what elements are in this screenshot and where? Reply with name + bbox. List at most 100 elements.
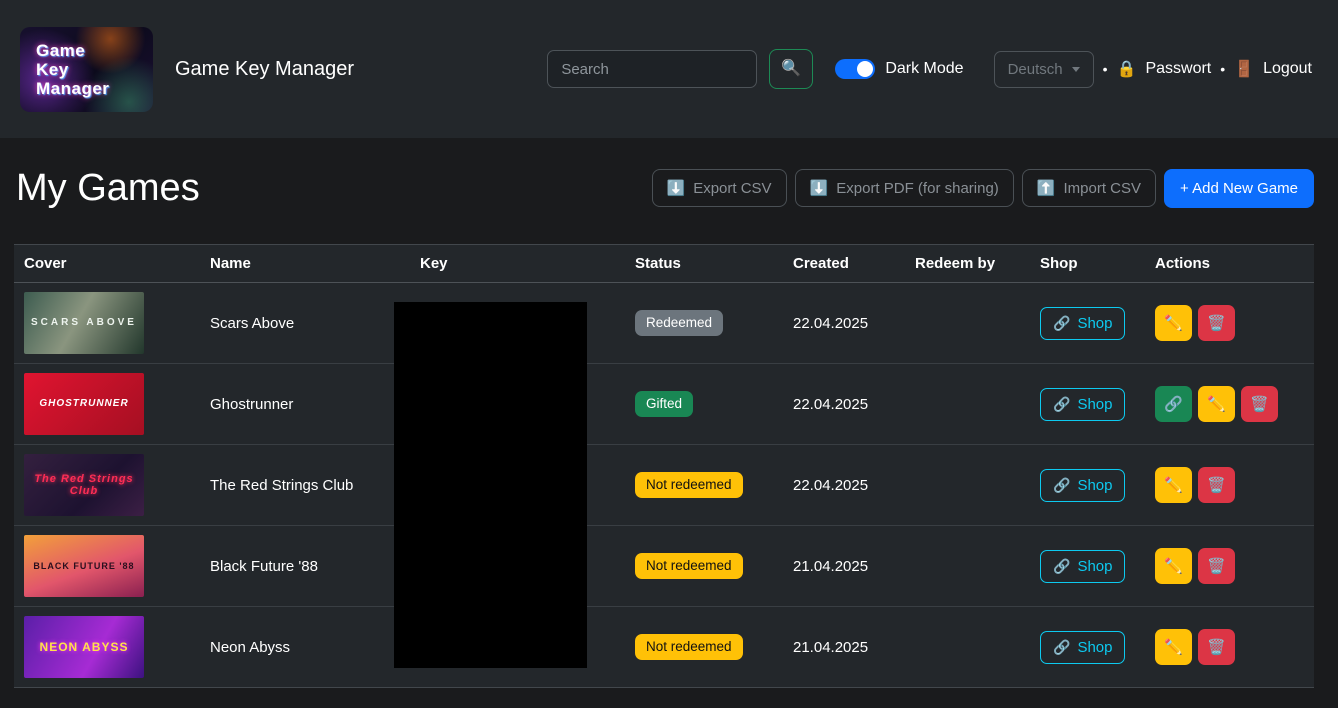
edit-icon: ✏️ xyxy=(1164,476,1183,494)
link-button[interactable]: 🔗 xyxy=(1155,386,1192,422)
logo-line: Manager xyxy=(36,79,153,98)
shop-link-button[interactable]: 🔗 Shop xyxy=(1040,388,1125,421)
shop-button-label: Shop xyxy=(1077,558,1112,575)
export-csv-label: Export CSV xyxy=(693,180,771,197)
import-csv-label: Import CSV xyxy=(1063,180,1141,197)
export-csv-button[interactable]: ⬇️ Export CSV xyxy=(652,169,787,207)
game-name: The Red Strings Club xyxy=(200,445,410,526)
link-icon: 🔗 xyxy=(1164,395,1183,413)
dark-mode-toggle-group: Dark Mode xyxy=(835,59,963,79)
import-csv-button[interactable]: ⬆️ Import CSV xyxy=(1022,169,1156,207)
delete-icon: 🗑️ xyxy=(1250,395,1269,413)
door-icon: 🚪 xyxy=(1234,59,1254,79)
language-selected-label: Deutsch xyxy=(1008,61,1063,78)
dark-mode-switch[interactable] xyxy=(835,59,875,79)
redeem-by-date xyxy=(905,283,1030,364)
status-badge: Not redeemed xyxy=(635,553,743,579)
navbar: Game Key Manager Game Key Manager 🔍 Dark… xyxy=(0,0,1338,138)
delete-icon: 🗑️ xyxy=(1207,314,1226,332)
export-pdf-label: Export PDF (for sharing) xyxy=(836,180,999,197)
shop-link-button[interactable]: 🔗 Shop xyxy=(1040,631,1125,664)
table-header-row: Cover Name Key Status Created Redeem by … xyxy=(14,245,1314,283)
toolbar: ⬇️ Export CSV ⬇️ Export PDF (for sharing… xyxy=(652,169,1315,208)
game-cover-image: BLACK FUTURE '88 xyxy=(24,535,144,597)
row-actions: ✏️ 🗑️ xyxy=(1145,445,1314,526)
redeem-by-date xyxy=(905,364,1030,445)
language-dropdown[interactable]: Deutsch xyxy=(994,51,1094,88)
status-badge: Gifted xyxy=(635,391,693,417)
link-icon: 🔗 xyxy=(1053,639,1070,656)
page-header: My Games ⬇️ Export CSV ⬇️ Export PDF (fo… xyxy=(0,138,1338,210)
delete-icon: 🗑️ xyxy=(1207,638,1226,656)
delete-button[interactable]: 🗑️ xyxy=(1198,467,1235,503)
redeem-by-date xyxy=(905,607,1030,688)
game-cover-text: The Red Strings Club xyxy=(27,473,141,497)
password-link-label: Passwort xyxy=(1145,60,1211,78)
link-icon: 🔗 xyxy=(1053,396,1070,413)
col-header-status: Status xyxy=(625,245,783,283)
game-cover-image: NEON ABYSS xyxy=(24,616,144,678)
download-icon: ⬇️ xyxy=(667,179,686,197)
shop-link-button[interactable]: 🔗 Shop xyxy=(1040,469,1125,502)
table-row: GHOSTRUNNER Ghostrunner Gifted 22.04.202… xyxy=(14,364,1314,445)
delete-button[interactable]: 🗑️ xyxy=(1198,548,1235,584)
game-name: Scars Above xyxy=(200,283,410,364)
col-header-actions: Actions xyxy=(1145,245,1314,283)
col-header-cover: Cover xyxy=(14,245,200,283)
lock-icon: 🔒 xyxy=(1117,59,1137,79)
logout-link[interactable]: 🚪 Logout xyxy=(1234,59,1312,79)
table-row: NEON ABYSS Neon Abyss Not redeemed 21.04… xyxy=(14,607,1314,688)
games-table: Cover Name Key Status Created Redeem by … xyxy=(14,244,1314,688)
game-cover-image: SCARS ABOVE xyxy=(24,292,144,354)
delete-button[interactable]: 🗑️ xyxy=(1198,629,1235,665)
app-title: Game Key Manager xyxy=(175,58,354,81)
edit-button[interactable]: ✏️ xyxy=(1198,386,1235,422)
export-pdf-button[interactable]: ⬇️ Export PDF (for sharing) xyxy=(795,169,1014,207)
chevron-down-icon xyxy=(1072,67,1080,72)
add-new-game-button[interactable]: + Add New Game xyxy=(1164,169,1314,208)
row-actions: 🔗 ✏️ 🗑️ xyxy=(1145,364,1314,445)
row-actions: ✏️ 🗑️ xyxy=(1145,283,1314,364)
status-badge: Not redeemed xyxy=(635,472,743,498)
page-title: My Games xyxy=(16,166,200,210)
created-date: 22.04.2025 xyxy=(783,283,905,364)
upload-icon: ⬆️ xyxy=(1037,179,1056,197)
download-icon: ⬇️ xyxy=(810,179,829,197)
search-icon: 🔍 xyxy=(781,60,801,77)
password-link[interactable]: 🔒 Passwort xyxy=(1117,59,1212,79)
delete-button[interactable]: 🗑️ xyxy=(1198,305,1235,341)
game-cover-text: GHOSTRUNNER xyxy=(39,398,128,410)
shop-button-label: Shop xyxy=(1077,396,1112,413)
game-cover-text: NEON ABYSS xyxy=(40,641,129,653)
status-badge: Not redeemed xyxy=(635,634,743,660)
game-name: Neon Abyss xyxy=(200,607,410,688)
edit-button[interactable]: ✏️ xyxy=(1155,548,1192,584)
delete-icon: 🗑️ xyxy=(1207,557,1226,575)
edit-icon: ✏️ xyxy=(1164,314,1183,332)
edit-button[interactable]: ✏️ xyxy=(1155,467,1192,503)
game-cover-image: The Red Strings Club xyxy=(24,454,144,516)
created-date: 21.04.2025 xyxy=(783,526,905,607)
shop-button-label: Shop xyxy=(1077,639,1112,656)
row-actions: ✏️ 🗑️ xyxy=(1145,526,1314,607)
redacted-key-overlay xyxy=(394,302,587,668)
game-name: Ghostrunner xyxy=(200,364,410,445)
edit-button[interactable]: ✏️ xyxy=(1155,305,1192,341)
edit-button[interactable]: ✏️ xyxy=(1155,629,1192,665)
created-date: 22.04.2025 xyxy=(783,364,905,445)
logout-link-label: Logout xyxy=(1263,60,1312,78)
logo-line: Key xyxy=(36,60,153,79)
search-input[interactable] xyxy=(547,50,757,88)
game-cover-text: BLACK FUTURE '88 xyxy=(33,560,134,572)
shop-link-button[interactable]: 🔗 Shop xyxy=(1040,550,1125,583)
delete-button[interactable]: 🗑️ xyxy=(1241,386,1278,422)
shop-link-button[interactable]: 🔗 Shop xyxy=(1040,307,1125,340)
edit-icon: ✏️ xyxy=(1207,395,1226,413)
col-header-name: Name xyxy=(200,245,410,283)
col-header-key: Key xyxy=(410,245,625,283)
link-icon: 🔗 xyxy=(1053,558,1070,575)
nav-separator-dot: • xyxy=(1103,61,1108,77)
search-button[interactable]: 🔍 xyxy=(769,49,813,89)
shop-button-label: Shop xyxy=(1077,315,1112,332)
logo-line: Game xyxy=(36,41,153,60)
